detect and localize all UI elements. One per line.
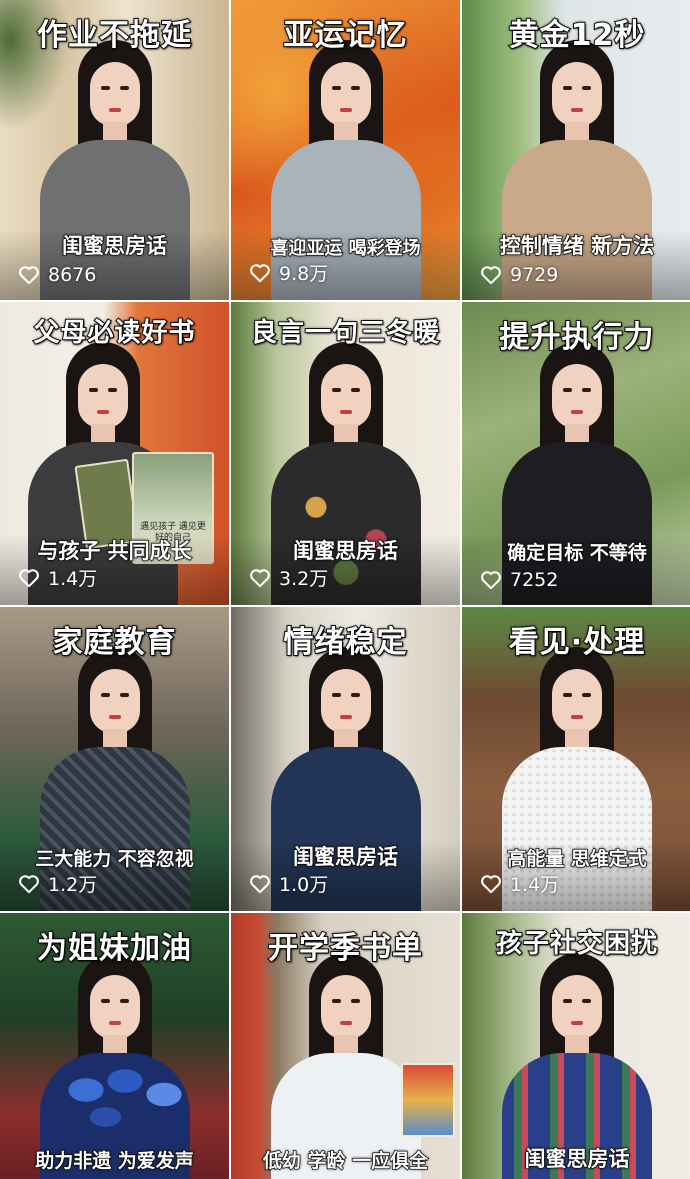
video-caption: 闺蜜思房话 [524, 1146, 631, 1172]
video-title: 作业不拖延 [36, 17, 192, 54]
like-count[interactable]: 1.4万 [480, 870, 559, 897]
heart-outline-icon [481, 874, 501, 893]
video-tile-6[interactable]: 提升执行力 确定目标 不等待 7252 [462, 302, 690, 605]
video-title: 孩子社交困扰 [495, 928, 658, 960]
video-caption: 喜迎亚运 喝彩登场 [270, 237, 422, 260]
like-count[interactable]: 1.2万 [18, 870, 97, 897]
video-caption: 确定目标 不等待 [506, 541, 647, 565]
video-title: 开学季书单 [267, 930, 423, 967]
like-count-value: 9729 [510, 264, 559, 286]
video-tile-7[interactable]: 家庭教育 三大能力 不容忽视 1.2万 [0, 607, 229, 911]
like-count-value: 7252 [510, 569, 559, 591]
video-title: 良言一句三冬暖 [250, 317, 440, 349]
heart-outline-icon [250, 263, 270, 282]
video-tile-10[interactable]: 为姐妹加油 助力非遗 为爱发声 [0, 913, 229, 1179]
video-caption: 闺蜜思房话 [292, 538, 399, 564]
video-tile-1[interactable]: 作业不拖延 闺蜜思房话 8676 [0, 0, 229, 300]
heart-outline-icon [19, 266, 39, 285]
like-count[interactable]: 7252 [480, 569, 558, 591]
video-grid: 作业不拖延 闺蜜思房话 8676 亚运记忆 喜迎亚运 喝彩登场 9.8万 黄金1… [0, 0, 690, 1179]
video-tile-3[interactable]: 黄金12秒 控制情绪 新方法 9729 [462, 0, 690, 300]
heart-outline-icon [250, 568, 270, 587]
video-tile-12[interactable]: 孩子社交困扰 闺蜜思房话 [462, 913, 690, 1179]
book-stack [401, 1063, 455, 1137]
video-title: 看见·处理 [508, 624, 646, 661]
video-title: 父母必读好书 [32, 317, 196, 349]
like-count[interactable]: 1.0万 [249, 870, 328, 897]
video-caption: 与孩子 共同成长 [37, 538, 193, 564]
video-caption: 闺蜜思房话 [61, 233, 168, 259]
like-count[interactable]: 9.8万 [249, 259, 328, 286]
like-count-value: 1.2万 [48, 874, 98, 896]
like-count-value: 3.2万 [279, 568, 329, 590]
video-caption: 高能量 思维定式 [506, 847, 647, 871]
video-title: 黄金12秒 [508, 17, 646, 54]
video-title: 提升执行力 [499, 319, 655, 356]
heart-outline-icon [250, 874, 270, 893]
video-caption: 三大能力 不容忽视 [34, 847, 194, 871]
heart-outline-icon [19, 568, 39, 587]
video-caption: 闺蜜思房话 [292, 844, 399, 870]
video-caption: 助力非遗 为爱发声 [34, 1149, 194, 1173]
heart-outline-icon [481, 571, 501, 590]
video-caption: 控制情绪 新方法 [499, 233, 655, 259]
video-tile-8[interactable]: 情绪稳定 闺蜜思房话 1.0万 [231, 607, 460, 911]
video-title: 情绪稳定 [283, 624, 408, 661]
video-title: 家庭教育 [52, 624, 177, 661]
video-tile-9[interactable]: 看见·处理 高能量 思维定式 1.4万 [462, 607, 690, 911]
video-caption: 低幼 学龄 一应俱全 [262, 1149, 429, 1173]
blue-flowers [60, 1063, 190, 1153]
like-count[interactable]: 8676 [18, 264, 96, 286]
like-count-value: 1.4万 [48, 568, 98, 590]
video-tile-11[interactable]: 开学季书单 低幼 学龄 一应俱全 [231, 913, 460, 1179]
video-title: 为姐妹加油 [36, 930, 192, 967]
video-tile-2[interactable]: 亚运记忆 喜迎亚运 喝彩登场 9.8万 [231, 0, 460, 300]
heart-outline-icon [481, 266, 501, 285]
like-count-value: 9.8万 [279, 263, 329, 285]
video-tile-4[interactable]: 遇见孩子 遇见更好的自己 父母必读好书 与孩子 共同成长 1.4万 [0, 302, 229, 605]
like-count[interactable]: 3.2万 [249, 564, 328, 591]
like-count-value: 1.0万 [279, 874, 329, 896]
video-title: 亚运记忆 [283, 17, 408, 54]
video-tile-5[interactable]: 良言一句三冬暖 闺蜜思房话 3.2万 [231, 302, 460, 605]
like-count-value: 8676 [48, 264, 97, 286]
heart-outline-icon [19, 874, 39, 893]
like-count-value: 1.4万 [510, 874, 560, 896]
like-count[interactable]: 9729 [480, 264, 558, 286]
like-count[interactable]: 1.4万 [18, 564, 97, 591]
